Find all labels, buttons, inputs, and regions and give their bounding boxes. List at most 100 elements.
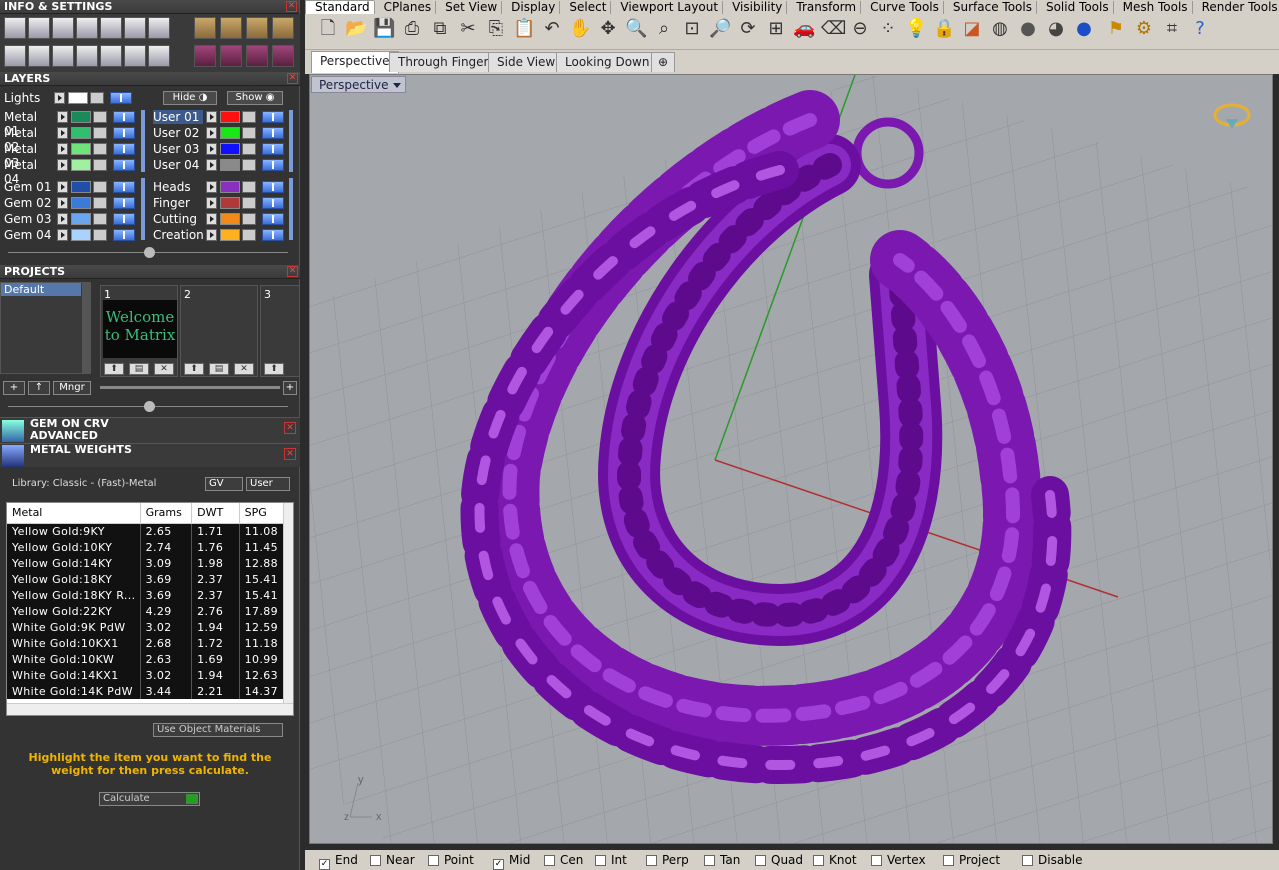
layer-metal-04[interactable]: Metal 04 xyxy=(4,158,54,186)
lock-icon[interactable] xyxy=(93,213,107,225)
layer-arrow-icon[interactable] xyxy=(57,111,68,123)
lock-icon[interactable] xyxy=(90,92,104,104)
tab-through-finger[interactable]: Through Finger xyxy=(389,52,498,72)
add-button[interactable]: + xyxy=(3,381,25,395)
project-thumb[interactable]: 3 ⬆ xyxy=(260,285,300,377)
layer-arrow-icon[interactable] xyxy=(206,181,217,193)
light-icon[interactable]: 💡 xyxy=(905,18,927,40)
cube-icon[interactable] xyxy=(148,17,170,39)
tab-standard[interactable]: Standard xyxy=(305,0,374,14)
layer-color-swatch[interactable] xyxy=(71,229,91,241)
lock-icon[interactable] xyxy=(242,143,256,155)
print-icon[interactable]: ⎙ xyxy=(401,18,423,40)
visibility-icon[interactable] xyxy=(113,143,135,155)
add-icon[interactable]: + xyxy=(283,381,297,395)
tab-mesh-tools[interactable]: Mesh Tools xyxy=(1112,1,1192,14)
list-icon[interactable] xyxy=(100,17,122,39)
checkbox[interactable] xyxy=(428,855,439,866)
layer-metal-01[interactable]: Metal 01 xyxy=(4,110,54,138)
open-icon[interactable]: 📂 xyxy=(345,18,367,40)
perspective-viewport[interactable]: y x z Perspective xyxy=(309,74,1273,844)
lock-icon[interactable] xyxy=(242,213,256,225)
layer-color-swatch[interactable] xyxy=(71,111,91,123)
layer-color-swatch[interactable] xyxy=(220,111,240,123)
filter-icon[interactable] xyxy=(100,45,122,67)
save-icon[interactable]: ▤ xyxy=(129,363,149,375)
table-row[interactable]: White Gold:14K PdW 3.44 2.21 14.37 xyxy=(7,683,286,699)
layer-gem-03[interactable]: Gem 03 xyxy=(4,212,54,226)
metal-weights-table[interactable]: Metal Grams DWT SPG Yellow Gold:9KY 2.65 1.71 1… xyxy=(6,502,294,716)
osnap-cen[interactable]: Cen xyxy=(544,853,583,867)
checkbox[interactable] xyxy=(370,855,381,866)
color-wheel-icon[interactable]: ◍ xyxy=(989,18,1011,40)
rotate-view-icon[interactable]: ⟳ xyxy=(737,18,759,40)
layer-color-swatch[interactable] xyxy=(71,159,91,171)
visibility-icon[interactable] xyxy=(113,159,135,171)
magnify-icon[interactable] xyxy=(28,17,50,39)
ring-3-icon[interactable] xyxy=(246,45,268,67)
layer-arrow-icon[interactable] xyxy=(54,92,65,104)
metal-weights-bar[interactable]: METAL WEIGHTS ✕ xyxy=(0,443,300,467)
zoom-selected-icon[interactable]: 🔎 xyxy=(709,18,731,40)
layer-metal-03[interactable]: Metal 03 xyxy=(4,142,54,170)
layer-gem-02[interactable]: Gem 02 xyxy=(4,196,54,210)
tab-curve-tools[interactable]: Curve Tools xyxy=(860,1,943,14)
visibility-icon[interactable] xyxy=(113,127,135,139)
layer-arrow-icon[interactable] xyxy=(206,229,217,241)
tab-set-view[interactable]: Set View xyxy=(435,1,501,14)
layer-color-swatch[interactable] xyxy=(71,143,91,155)
lock-icon[interactable] xyxy=(93,127,107,139)
zoom-extents-icon[interactable]: ⊡ xyxy=(681,18,703,40)
select-icon[interactable]: ⊖ xyxy=(849,18,871,40)
ring-icon[interactable] xyxy=(194,45,216,67)
layer-color-swatch[interactable] xyxy=(220,197,240,209)
checkbox[interactable] xyxy=(943,855,954,866)
manager-button[interactable]: Mngr xyxy=(53,381,91,395)
layer-color-swatch[interactable] xyxy=(71,213,91,225)
close-icon[interactable]: ✕ xyxy=(284,448,296,460)
table-row[interactable]: White Gold:10KX1 2.68 1.72 11.18 xyxy=(7,635,286,651)
osnap-mid[interactable]: ✓ Mid xyxy=(493,853,530,870)
pan-hand-icon[interactable]: ✋ xyxy=(569,18,591,40)
visibility-icon[interactable] xyxy=(262,181,284,193)
tab-surface-tools[interactable]: Surface Tools xyxy=(942,1,1036,14)
move-icon[interactable]: ✥ xyxy=(597,18,619,40)
layer-color-swatch[interactable] xyxy=(71,181,91,193)
checkbox[interactable]: ✓ xyxy=(493,859,504,870)
table-row[interactable]: Yellow Gold:18KY 3.69 2.37 15.41 xyxy=(7,571,286,587)
lock-icon[interactable] xyxy=(93,159,107,171)
eraser-icon[interactable]: ⌫ xyxy=(821,18,846,40)
scrollbar[interactable] xyxy=(82,282,91,374)
lock-icon[interactable] xyxy=(93,111,107,123)
visibility-icon[interactable] xyxy=(262,159,284,171)
rendered-sphere-icon[interactable]: ◕ xyxy=(1045,18,1067,40)
help-icon[interactable]: ? xyxy=(1189,18,1211,40)
layer-arrow-icon[interactable] xyxy=(57,229,68,241)
checkbox[interactable] xyxy=(595,855,606,866)
table-row[interactable]: Yellow Gold:10KY 2.74 1.76 11.45 xyxy=(7,539,286,555)
tab-looking-down[interactable]: Looking Down xyxy=(556,52,659,72)
flag-icon[interactable]: ⚑ xyxy=(1105,18,1127,40)
lock-icon[interactable] xyxy=(242,159,256,171)
layer-arrow-icon[interactable] xyxy=(206,197,217,209)
layer-arrow-icon[interactable] xyxy=(57,213,68,225)
column-header[interactable]: SPG xyxy=(239,503,286,524)
layer-arrow-icon[interactable] xyxy=(57,159,68,171)
show-button[interactable]: Show ◉ xyxy=(227,91,283,105)
osnap-project[interactable]: Project xyxy=(943,853,1000,867)
visibility-icon[interactable] xyxy=(262,197,284,209)
tab-viewport-layout[interactable]: Viewport Layout xyxy=(610,1,722,14)
layer-arrow-icon[interactable] xyxy=(206,111,217,123)
up-button[interactable]: ↑ xyxy=(28,381,50,395)
up-icon[interactable]: ⬆ xyxy=(184,363,204,375)
close-icon[interactable]: ✕ xyxy=(287,266,298,277)
horizontal-scrollbar[interactable] xyxy=(7,703,293,715)
vertical-scrollbar[interactable] xyxy=(283,503,293,703)
document-icon[interactable] xyxy=(148,45,170,67)
layer-icon[interactable]: ◪ xyxy=(961,18,983,40)
osnap-quad[interactable]: Quad xyxy=(755,853,803,867)
visibility-icon[interactable] xyxy=(262,229,284,241)
layer-arrow-icon[interactable] xyxy=(206,143,217,155)
up-icon[interactable]: ⬆ xyxy=(264,363,284,375)
lock-icon[interactable] xyxy=(93,143,107,155)
